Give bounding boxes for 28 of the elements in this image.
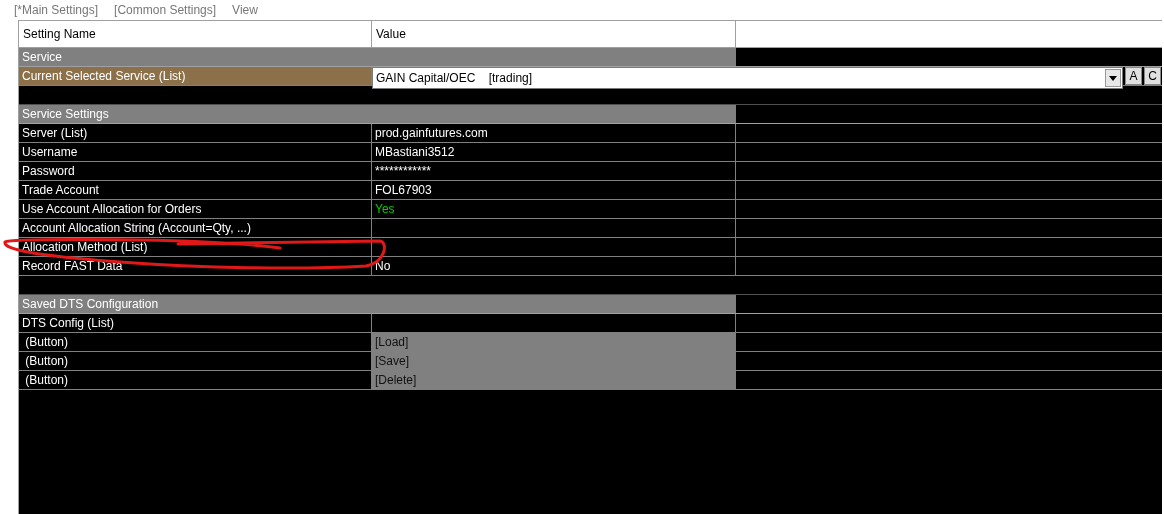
setting-value: MBastiani3512 (372, 143, 736, 161)
value-button[interactable]: [Save] (372, 352, 736, 370)
setting-value: ************ (372, 162, 736, 180)
dropdown-value: GAIN Capital/OEC [trading] (375, 70, 534, 87)
section-header: Service (19, 48, 736, 66)
value-button[interactable]: [Delete] (372, 371, 736, 389)
small-button[interactable]: A (1125, 67, 1142, 85)
setting-name[interactable]: Use Account Allocation for Orders (19, 200, 372, 218)
value-button[interactable]: [Load] (372, 333, 736, 351)
setting-value: prod.gainfutures.com (372, 124, 736, 142)
section-header: Service Settings (19, 105, 736, 123)
menu-tab[interactable]: [*Main Settings] (14, 1, 99, 19)
setting-name[interactable]: Current Selected Service (List) (19, 67, 372, 85)
menu-tab[interactable]: View (232, 1, 258, 19)
setting-name[interactable]: Server (List) (19, 124, 372, 142)
setting-name[interactable]: Account Allocation String (Account=Qty, ...) (19, 219, 372, 237)
section-header: Saved DTS Configuration (19, 295, 736, 313)
setting-value: FOL67903 (372, 181, 736, 199)
column-header[interactable]: Value (372, 21, 736, 47)
small-button[interactable]: C (1144, 67, 1161, 85)
setting-name[interactable]: Username (19, 143, 372, 161)
setting-name[interactable]: Password (19, 162, 372, 180)
dropdown-field[interactable]: GAIN Capital/OEC [trading] (372, 67, 1123, 89)
setting-name[interactable]: Trade Account (19, 181, 372, 199)
menu-tab[interactable]: [Common Settings] (114, 1, 217, 19)
setting-value: Yes (372, 200, 736, 218)
setting-name[interactable]: DTS Config (List) (19, 314, 372, 332)
column-header[interactable]: Setting Name (19, 21, 372, 47)
